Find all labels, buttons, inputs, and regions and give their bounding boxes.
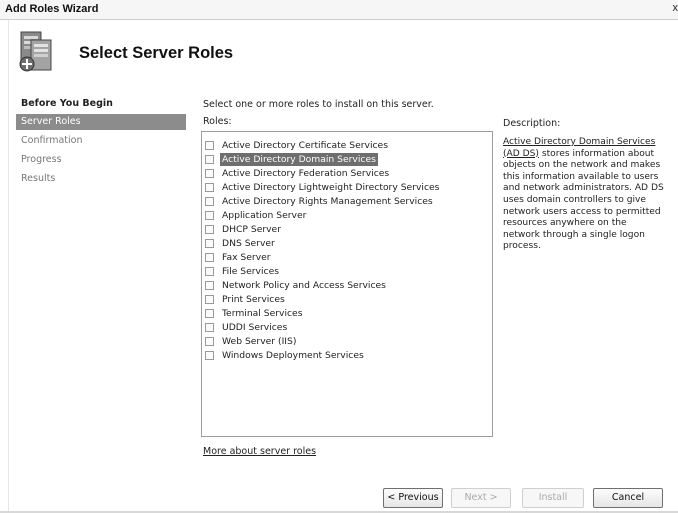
role-label[interactable]: Web Server (IIS)	[220, 335, 298, 348]
role-item[interactable]: DNS Server	[205, 237, 277, 250]
server-roles-icon	[19, 31, 52, 72]
window-left-border	[8, 20, 9, 513]
role-item[interactable]: Active Directory Domain Services	[205, 153, 378, 166]
role-label[interactable]: Active Directory Federation Services	[220, 167, 391, 180]
description-body: stores information about objects on the …	[503, 148, 664, 252]
role-item[interactable]: Active Directory Lightweight Directory S…	[205, 181, 441, 194]
role-checkbox[interactable]	[205, 323, 214, 332]
role-item[interactable]: DHCP Server	[205, 223, 283, 236]
role-label[interactable]: Active Directory Lightweight Directory S…	[220, 181, 441, 194]
role-item[interactable]: Fax Server	[205, 251, 273, 264]
previous-button[interactable]: < Previous	[383, 488, 443, 508]
role-checkbox[interactable]	[205, 197, 214, 206]
instruction-text: Select one or more roles to install on t…	[203, 99, 434, 110]
role-checkbox[interactable]	[205, 211, 214, 220]
role-label[interactable]: DNS Server	[220, 237, 277, 250]
role-checkbox[interactable]	[205, 141, 214, 150]
role-label[interactable]: File Services	[220, 265, 281, 278]
nav-item-confirmation: Confirmation	[21, 135, 83, 146]
role-checkbox[interactable]	[205, 337, 214, 346]
role-item[interactable]: Print Services	[205, 293, 287, 306]
role-checkbox[interactable]	[205, 267, 214, 276]
role-item[interactable]: Terminal Services	[205, 307, 305, 320]
description-label: Description:	[503, 118, 561, 129]
role-item[interactable]: Windows Deployment Services	[205, 349, 366, 362]
role-label[interactable]: Active Directory Domain Services	[220, 153, 378, 166]
role-item[interactable]: Active Directory Rights Management Servi…	[205, 195, 435, 208]
role-label[interactable]: Active Directory Certificate Services	[220, 139, 390, 152]
role-item[interactable]: File Services	[205, 265, 281, 278]
nav-item-server-roles[interactable]: Server Roles	[16, 114, 186, 130]
next-button[interactable]: Next >	[451, 488, 511, 508]
roles-label: Roles:	[203, 116, 232, 127]
role-checkbox[interactable]	[205, 239, 214, 248]
role-label[interactable]: DHCP Server	[220, 223, 283, 236]
nav-item-progress: Progress	[21, 154, 62, 165]
close-icon[interactable]: x	[673, 2, 678, 14]
role-checkbox[interactable]	[205, 295, 214, 304]
role-checkbox[interactable]	[205, 183, 214, 192]
role-label[interactable]: Fax Server	[220, 251, 273, 264]
page-heading: Select Server Roles	[79, 44, 234, 62]
role-label[interactable]: Active Directory Rights Management Servi…	[220, 195, 435, 208]
title-bar: Add Roles Wizard x	[0, 0, 678, 20]
role-label[interactable]: Windows Deployment Services	[220, 349, 366, 362]
nav-item-before-you-begin[interactable]: Before You Begin	[16, 96, 186, 112]
role-label[interactable]: Print Services	[220, 293, 287, 306]
install-button[interactable]: Install	[522, 488, 584, 508]
role-label[interactable]: UDDI Services	[220, 321, 289, 334]
window-title: Add Roles Wizard	[5, 3, 99, 15]
role-item[interactable]: Web Server (IIS)	[205, 335, 298, 348]
role-checkbox[interactable]	[205, 351, 214, 360]
role-checkbox[interactable]	[205, 225, 214, 234]
cancel-button[interactable]: Cancel	[593, 488, 663, 508]
nav-item-results: Results	[21, 173, 56, 184]
role-label[interactable]: Application Server	[220, 209, 308, 222]
roles-list[interactable]: Active Directory Certificate Services Ac…	[201, 131, 493, 437]
role-checkbox[interactable]	[205, 281, 214, 290]
role-item[interactable]: Active Directory Federation Services	[205, 167, 391, 180]
role-checkbox[interactable]	[205, 169, 214, 178]
more-about-roles-link[interactable]: More about server roles	[203, 446, 316, 457]
role-item[interactable]: Application Server	[205, 209, 308, 222]
role-label[interactable]: Terminal Services	[220, 307, 305, 320]
role-checkbox[interactable]	[205, 155, 214, 164]
role-checkbox[interactable]	[205, 253, 214, 262]
role-description: Active Directory Domain Services (AD DS)…	[503, 137, 666, 253]
role-item[interactable]: Network Policy and Access Services	[205, 279, 388, 292]
role-label[interactable]: Network Policy and Access Services	[220, 279, 388, 292]
role-item[interactable]: Active Directory Certificate Services	[205, 139, 390, 152]
role-item[interactable]: UDDI Services	[205, 321, 289, 334]
role-checkbox[interactable]	[205, 309, 214, 318]
